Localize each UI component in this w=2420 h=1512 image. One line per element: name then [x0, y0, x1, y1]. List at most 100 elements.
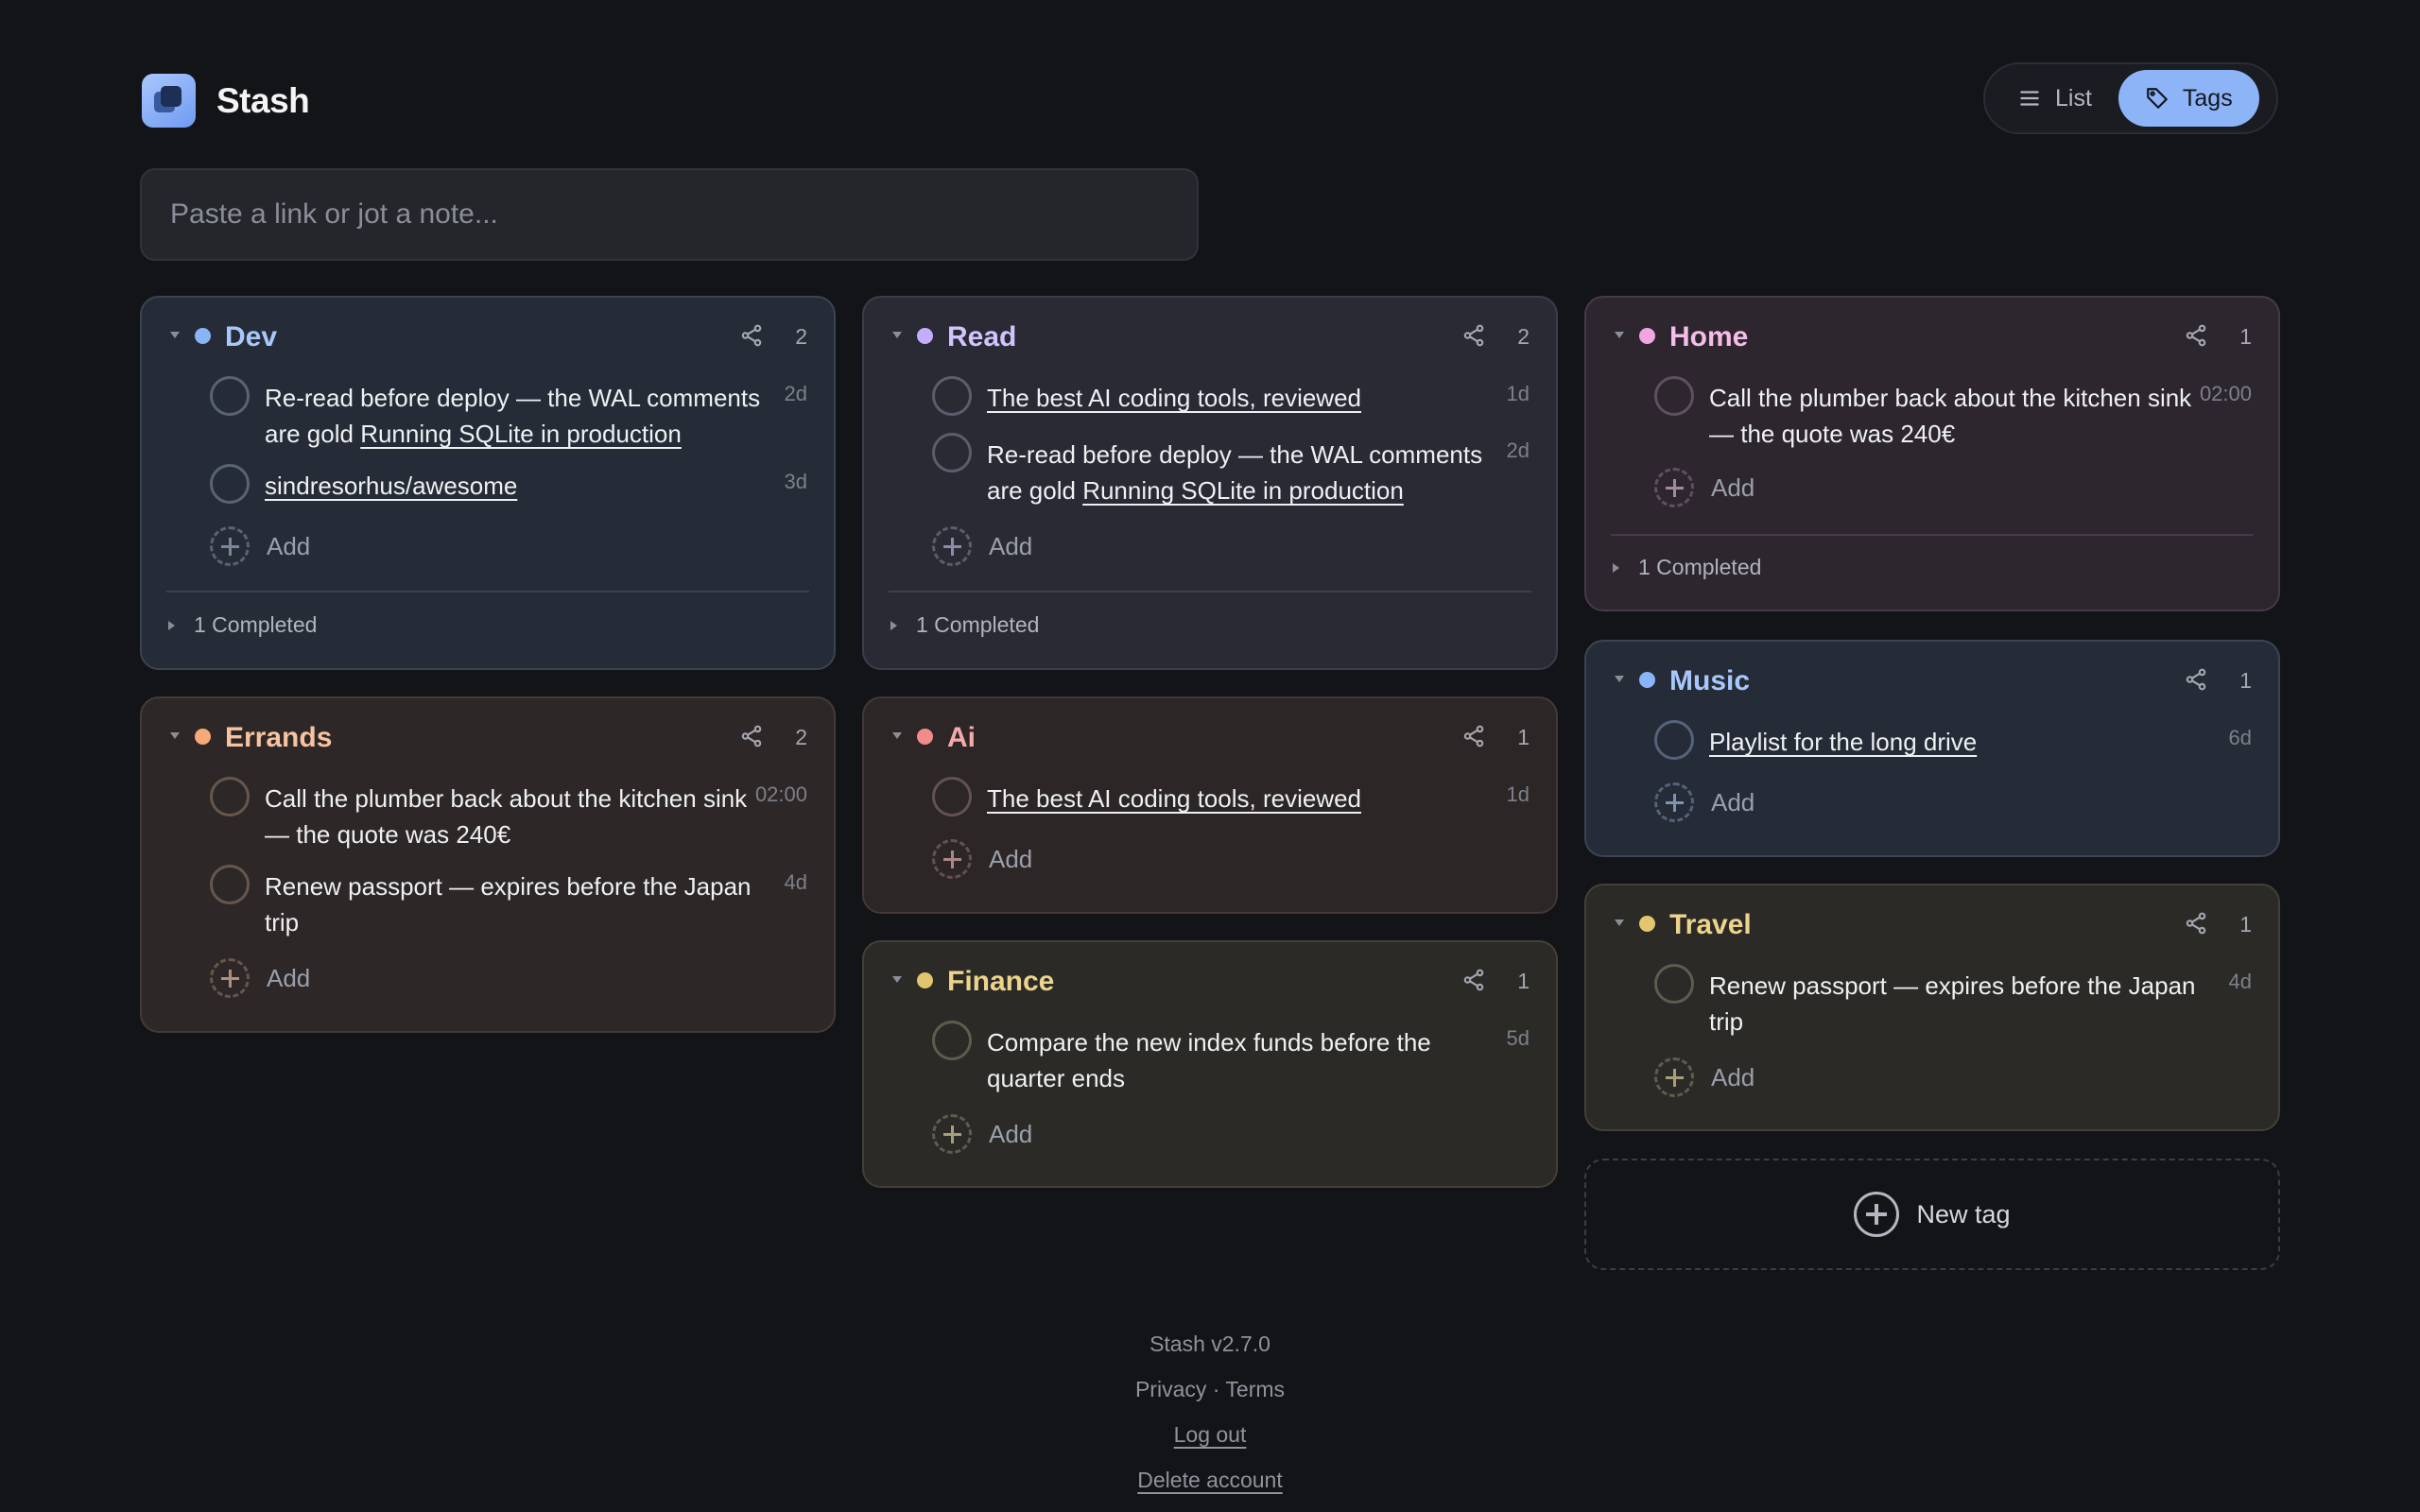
tag-card-header: Errands 2 — [142, 698, 834, 774]
item-text: sindresorhus/awesome — [265, 468, 763, 504]
complete-checkbox[interactable] — [210, 376, 250, 416]
collapse-caret-icon[interactable] — [1615, 676, 1624, 682]
share-icon[interactable] — [2184, 323, 2208, 348]
list-item[interactable]: sindresorhus/awesome 3d — [142, 464, 834, 504]
share-icon[interactable] — [1461, 724, 1486, 748]
item-age: 4d — [2228, 970, 2252, 993]
list-item[interactable]: Re-read before deploy — the WAL comments… — [142, 376, 834, 448]
tag-card-header: Music 1 — [1586, 642, 2278, 717]
tags-view-button[interactable]: Tags — [2118, 70, 2259, 127]
add-item-button[interactable]: Add — [932, 526, 1032, 566]
completed-toggle[interactable]: 1 Completed — [168, 612, 317, 638]
complete-checkbox[interactable] — [210, 865, 250, 904]
collapse-caret-icon[interactable] — [892, 732, 902, 739]
list-item[interactable]: Re-read before deploy — the WAL comments… — [864, 433, 1556, 505]
add-item-button[interactable]: Add — [1654, 782, 1754, 822]
tag-count: 2 — [795, 324, 807, 349]
add-item-button[interactable]: Add — [210, 958, 310, 998]
logout-link[interactable]: Log out — [1174, 1422, 1247, 1447]
collapse-caret-icon[interactable] — [892, 976, 902, 983]
tag-card-music: Music 1 Playlist for the long drive 6d A… — [1584, 640, 2280, 857]
brand[interactable]: Stash — [142, 74, 310, 128]
quick-add-input[interactable]: Paste a link or jot a note... — [140, 168, 1199, 261]
tag-card-ai: Ai 1 The best AI coding tools, reviewed … — [862, 696, 1558, 914]
plus-circle-icon — [1654, 782, 1694, 822]
add-item-button[interactable]: Add — [210, 526, 310, 566]
complete-checkbox[interactable] — [1654, 376, 1694, 416]
list-item[interactable]: Renew passport — expires before the Japa… — [1586, 964, 2278, 1036]
privacy-link[interactable]: Privacy — [1135, 1377, 1206, 1401]
tag-color-dot — [1639, 672, 1655, 688]
list-item[interactable]: Playlist for the long drive 6d — [1586, 720, 2278, 760]
tag-card-travel: Travel 1 Renew passport — expires before… — [1584, 884, 2280, 1131]
item-text: Re-read before deploy — the WAL comments… — [987, 437, 1485, 508]
share-icon[interactable] — [2184, 667, 2208, 692]
complete-checkbox[interactable] — [210, 464, 250, 504]
item-link[interactable]: The best AI coding tools, reviewed — [987, 784, 1361, 813]
item-text: Re-read before deploy — the WAL comments… — [265, 380, 763, 452]
list-item[interactable]: The best AI coding tools, reviewed 1d — [864, 376, 1556, 416]
item-text: Renew passport — expires before the Japa… — [265, 868, 763, 940]
item-link[interactable]: Running SQLite in production — [1082, 476, 1404, 505]
list-view-button[interactable]: List — [1991, 70, 2118, 127]
collapse-caret-icon[interactable] — [170, 732, 180, 739]
collapse-caret-icon[interactable] — [892, 332, 902, 338]
list-item[interactable]: Call the plumber back about the kitchen … — [142, 777, 834, 849]
share-icon[interactable] — [2184, 911, 2208, 936]
tag-title: Ai — [947, 722, 976, 753]
item-age: 5d — [1506, 1026, 1530, 1050]
list-item[interactable]: Compare the new index funds before the q… — [864, 1021, 1556, 1092]
tag-card-header: Finance 1 — [864, 942, 1556, 1018]
add-item-button[interactable]: Add — [932, 1114, 1032, 1154]
legal-links: Privacy · Terms — [0, 1372, 2420, 1418]
tag-color-dot — [195, 328, 211, 344]
complete-checkbox[interactable] — [932, 1021, 972, 1060]
tag-color-dot — [917, 729, 933, 745]
completed-toggle[interactable]: 1 Completed — [1613, 555, 1761, 580]
add-item-button[interactable]: Add — [1654, 468, 1754, 507]
add-item-button[interactable]: Add — [1654, 1057, 1754, 1097]
plus-circle-icon — [1654, 468, 1694, 507]
completed-toggle[interactable]: 1 Completed — [890, 612, 1039, 638]
share-icon[interactable] — [1461, 968, 1486, 992]
view-toggle: List Tags — [1983, 62, 2278, 134]
plus-circle-icon — [210, 958, 250, 998]
tag-color-dot — [1639, 916, 1655, 932]
complete-checkbox[interactable] — [1654, 720, 1694, 760]
list-item[interactable]: Call the plumber back about the kitchen … — [1586, 376, 2278, 448]
tag-count: 2 — [1517, 324, 1530, 349]
share-icon[interactable] — [739, 323, 764, 348]
list-item[interactable]: The best AI coding tools, reviewed 1d — [864, 777, 1556, 816]
terms-link[interactable]: Terms — [1225, 1377, 1285, 1401]
item-age: 2d — [784, 382, 807, 405]
item-link[interactable]: Playlist for the long drive — [1709, 728, 1977, 756]
item-link[interactable]: sindresorhus/awesome — [265, 472, 517, 500]
completed-label: 1 Completed — [1638, 555, 1762, 579]
delete-account-link[interactable]: Delete account — [1137, 1468, 1282, 1492]
item-link[interactable]: Running SQLite in production — [360, 420, 682, 448]
collapse-caret-icon[interactable] — [170, 332, 180, 338]
share-icon[interactable] — [739, 724, 764, 748]
complete-checkbox[interactable] — [932, 376, 972, 416]
item-note: Renew passport — expires before the Japa… — [265, 872, 752, 936]
tag-title: Finance — [947, 966, 1055, 997]
separator: · — [1212, 1377, 1220, 1401]
tag-color-dot — [195, 729, 211, 745]
item-age: 02:00 — [2199, 382, 2252, 405]
complete-checkbox[interactable] — [932, 433, 972, 472]
list-item[interactable]: Renew passport — expires before the Japa… — [142, 865, 834, 936]
share-icon[interactable] — [1461, 323, 1486, 348]
complete-checkbox[interactable] — [1654, 964, 1694, 1004]
complete-checkbox[interactable] — [932, 777, 972, 816]
collapse-caret-icon[interactable] — [1615, 332, 1624, 338]
tag-card-header: Ai 1 — [864, 698, 1556, 774]
tag-card-read: Read 2 The best AI coding tools, reviewe… — [862, 296, 1558, 670]
collapse-caret-icon[interactable] — [1615, 919, 1624, 926]
add-label: Add — [267, 531, 311, 560]
add-item-button[interactable]: Add — [932, 839, 1032, 879]
new-tag-button[interactable]: New tag — [1584, 1159, 2280, 1270]
plus-circle-icon — [210, 526, 250, 566]
complete-checkbox[interactable] — [210, 777, 250, 816]
item-note: Renew passport — expires before the Japa… — [1709, 971, 2196, 1036]
item-link[interactable]: The best AI coding tools, reviewed — [987, 384, 1361, 412]
